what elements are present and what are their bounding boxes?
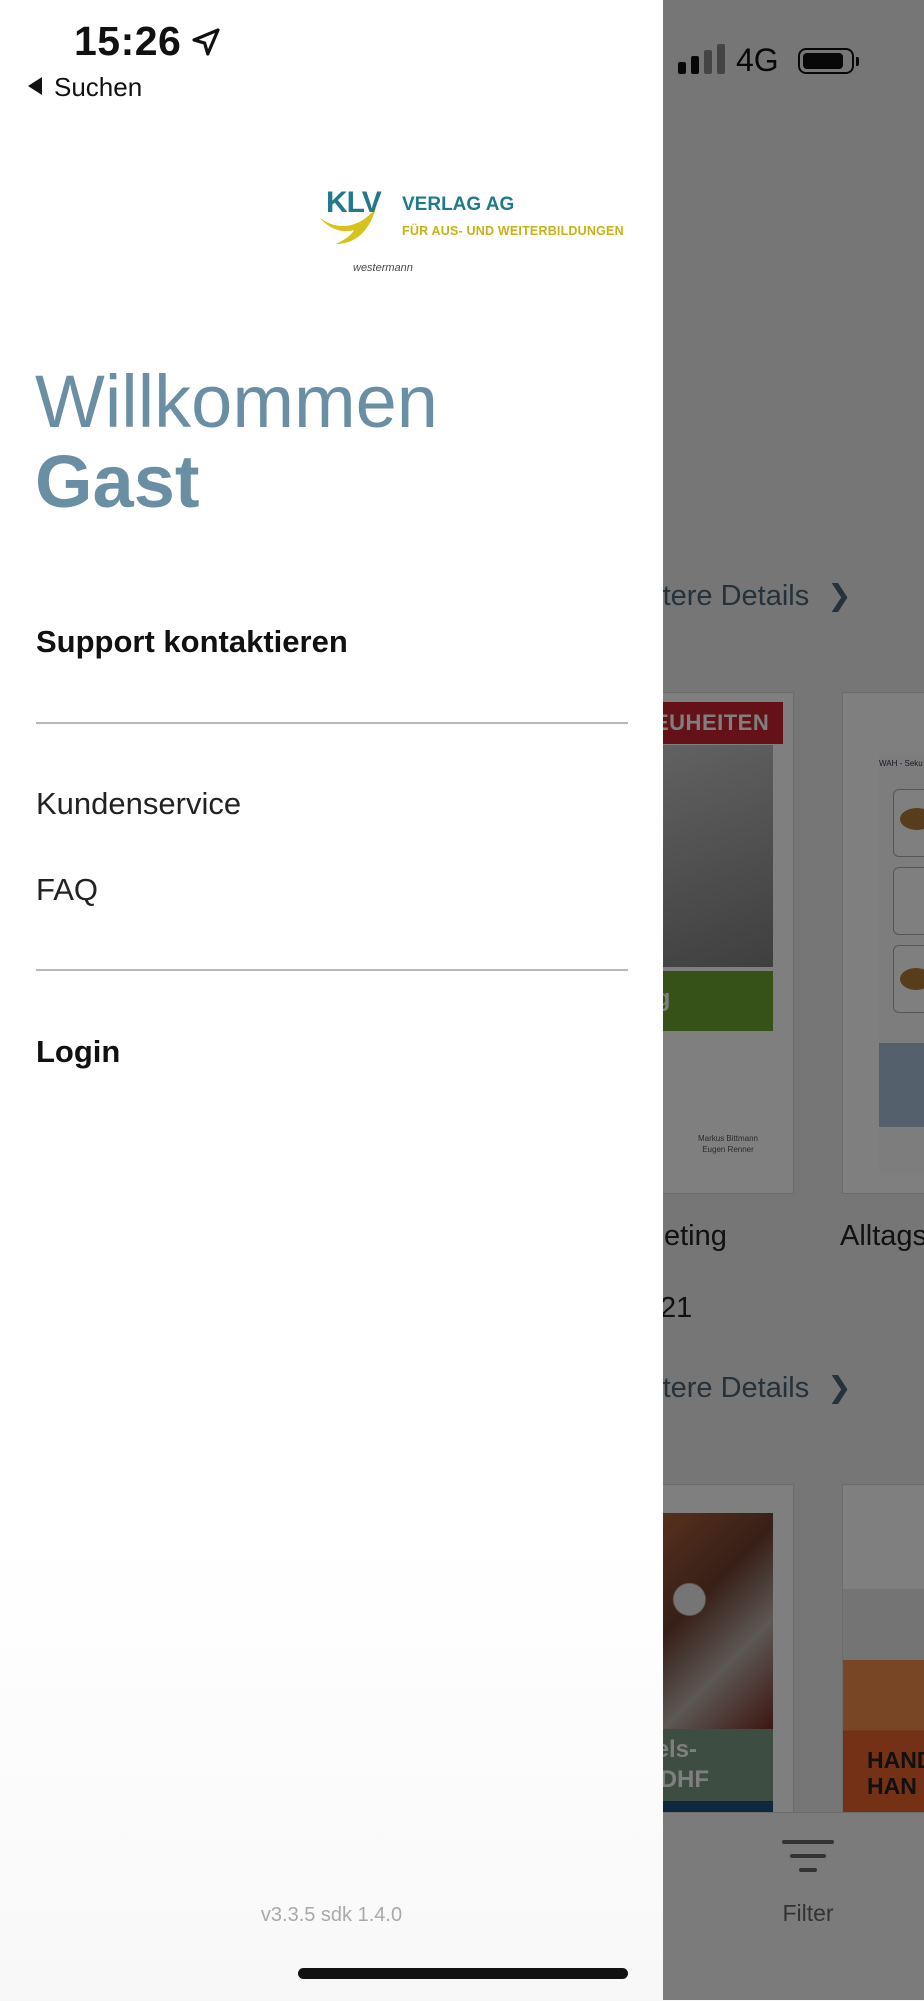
klv-logo: KLV VERLAG AG FÜR AUS- UND WEITERBILDUNG… — [318, 186, 630, 280]
back-label: Suchen — [54, 72, 143, 102]
welcome-text: Willkommen — [35, 360, 438, 443]
back-to-app-button[interactable]: Suchen — [28, 72, 142, 103]
user-name: Gast — [35, 440, 200, 523]
menu-item-kundenservice[interactable]: Kundenservice — [36, 786, 241, 822]
version-label: v3.3.5 sdk 1.4.0 — [260, 1904, 403, 1926]
side-drawer: 15:26 Suchen KLV VERLAG AG FÜR AUS- UND … — [0, 0, 663, 2000]
welcome-heading: Willkommen Gast — [35, 362, 438, 522]
login-button[interactable]: Login — [36, 1034, 120, 1070]
status-time: 15:26 — [74, 18, 182, 64]
home-indicator[interactable] — [298, 1968, 628, 1979]
support-heading: Support kontaktieren — [36, 624, 348, 659]
divider — [36, 722, 628, 724]
location-arrow-icon — [192, 28, 220, 56]
menu-item-faq[interactable]: FAQ — [36, 872, 98, 908]
back-arrow-icon — [28, 77, 42, 95]
divider — [36, 969, 628, 971]
